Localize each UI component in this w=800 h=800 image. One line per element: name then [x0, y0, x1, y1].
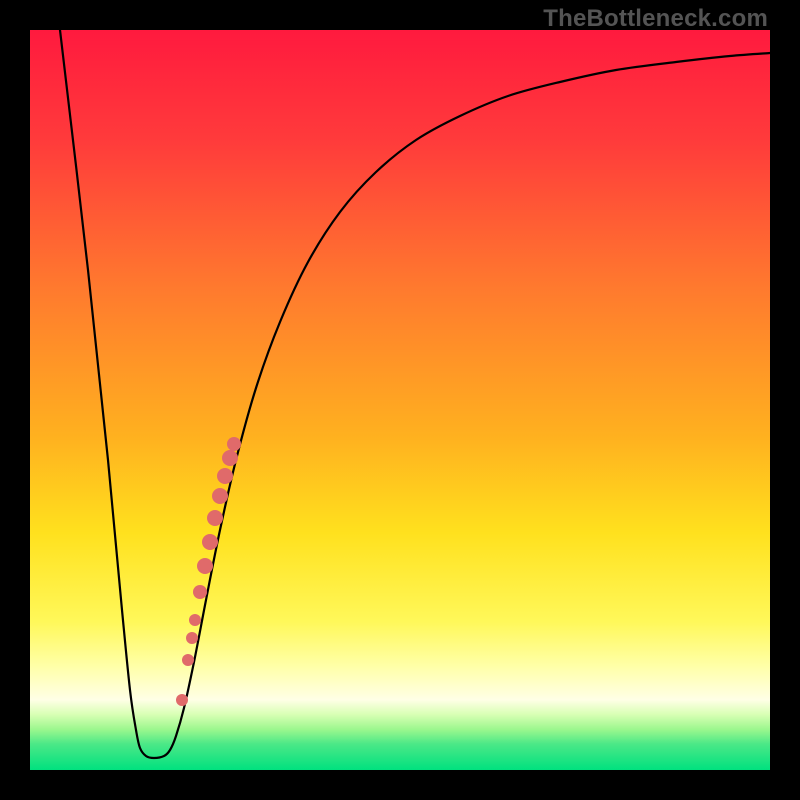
highlight-dot — [182, 654, 194, 666]
highlight-dot — [186, 632, 198, 644]
highlight-dot — [217, 468, 233, 484]
highlight-dot — [189, 614, 201, 626]
chart-svg — [30, 30, 770, 770]
highlight-dot — [222, 450, 238, 466]
highlight-dot — [212, 488, 228, 504]
highlight-dot — [193, 585, 207, 599]
chart-frame: TheBottleneck.com — [0, 0, 800, 800]
highlight-dot — [197, 558, 213, 574]
plot-area — [30, 30, 770, 770]
highlight-dot — [176, 694, 188, 706]
highlight-dot — [207, 510, 223, 526]
highlight-dot — [202, 534, 218, 550]
watermark-text: TheBottleneck.com — [543, 5, 768, 33]
gradient-background — [30, 30, 770, 770]
highlight-dot — [227, 437, 241, 451]
